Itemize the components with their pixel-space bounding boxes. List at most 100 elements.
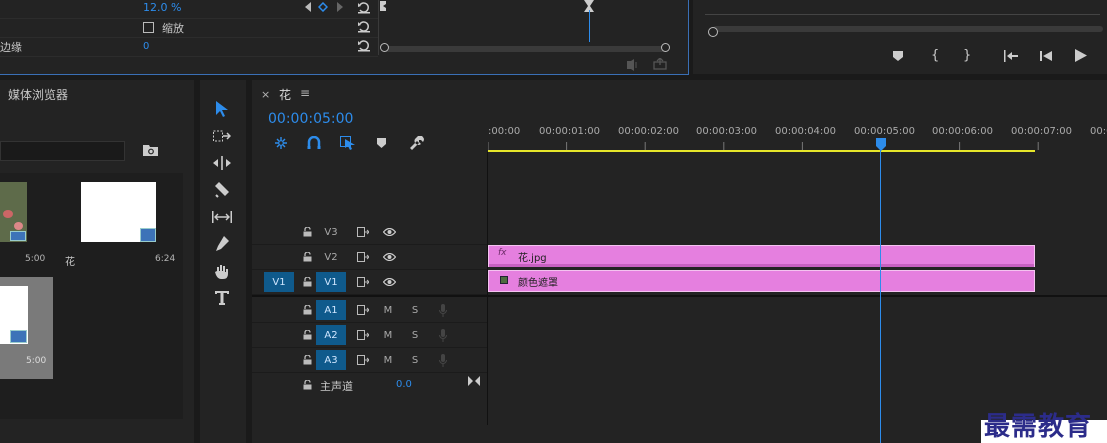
- av-divider-left: [252, 295, 487, 297]
- eye-icon[interactable]: [374, 222, 404, 242]
- ruler-label: 00:00:04:00: [775, 126, 837, 137]
- master-track-label: 主声道: [320, 380, 353, 393]
- sequence-badge-icon: [10, 231, 26, 241]
- selection-tool-icon[interactable]: [210, 98, 234, 120]
- reset-icon[interactable]: [357, 1, 371, 14]
- track-name[interactable]: A1: [316, 300, 346, 320]
- playhead-handle-icon[interactable]: [876, 138, 886, 152]
- audio-only-icon[interactable]: [625, 59, 639, 71]
- ruler-label: 00:00:06:00: [932, 126, 994, 137]
- track-name[interactable]: V3: [316, 222, 346, 242]
- fx-badge-icon: fx: [498, 248, 507, 258]
- mute-button[interactable]: M: [373, 325, 403, 345]
- wrench-settings-icon[interactable]: [409, 136, 424, 151]
- razor-tool-icon[interactable]: [210, 179, 234, 201]
- add-keyframe-icon[interactable]: [318, 2, 328, 12]
- timeline-panel: × 花 ≡ 00:00:05:00 :00:00 00:00:01:00 00:…: [252, 80, 1107, 443]
- scroll-handle-right[interactable]: [661, 43, 670, 52]
- step-back-icon[interactable]: [1040, 50, 1052, 62]
- clip-name: 颜色遮罩: [518, 278, 558, 289]
- export-icon[interactable]: [653, 58, 667, 70]
- uniform-scale-checkbox[interactable]: [143, 22, 154, 33]
- ec-playhead-line: [589, 10, 590, 42]
- sequence-tab[interactable]: 花: [279, 86, 291, 103]
- mic-icon[interactable]: [428, 325, 458, 345]
- track-header-a3: A3 M S: [252, 348, 487, 373]
- mark-in-icon[interactable]: {: [931, 48, 939, 63]
- track-header-master: 主声道 0.0: [252, 373, 487, 397]
- time-ruler[interactable]: :00:00 00:00:01:00 00:00:02:00 00:00:03:…: [488, 80, 1107, 219]
- sequence-badge-icon: [10, 330, 27, 343]
- scroll-handle-left[interactable]: [380, 43, 389, 52]
- track-select-tool-icon[interactable]: [210, 125, 234, 147]
- add-marker-icon[interactable]: [893, 51, 903, 61]
- solo-button[interactable]: S: [400, 350, 430, 370]
- track-name[interactable]: A2: [316, 325, 346, 345]
- master-volume-value[interactable]: 0.0: [396, 379, 412, 390]
- find-icon[interactable]: [143, 144, 159, 157]
- eye-icon[interactable]: [374, 247, 404, 267]
- go-to-in-icon[interactable]: [1004, 50, 1018, 62]
- search-input[interactable]: [0, 141, 125, 161]
- snap-icon[interactable]: [307, 136, 321, 150]
- pen-tool-icon[interactable]: [210, 233, 234, 255]
- monitor-scrollbar[interactable]: [713, 26, 1103, 32]
- playhead-line: [880, 148, 881, 443]
- lock-icon[interactable]: [292, 375, 322, 395]
- uniform-scale-label: 缩放: [162, 22, 184, 35]
- solo-button[interactable]: S: [400, 300, 430, 320]
- selected-item-cell[interactable]: 5:00: [0, 277, 53, 379]
- ruler-label: 00:00:01:00: [539, 126, 601, 137]
- track-name[interactable]: A3: [316, 350, 346, 370]
- edge-value[interactable]: 0: [143, 41, 149, 52]
- reset-icon[interactable]: [357, 20, 371, 33]
- thumbnail-flower-photo[interactable]: [0, 182, 27, 242]
- media-browser-tab[interactable]: 媒体浏览器: [8, 86, 68, 103]
- reset-icon[interactable]: [357, 39, 371, 52]
- track-name[interactable]: V1: [316, 272, 346, 292]
- thumbnail-flower-still[interactable]: [81, 182, 156, 242]
- eye-icon[interactable]: [374, 272, 404, 292]
- work-area-bar[interactable]: [488, 150, 1035, 152]
- ec-zoom-scrollbar[interactable]: [384, 46, 666, 52]
- go-to-out-icon[interactable]: [468, 376, 480, 386]
- mute-button[interactable]: M: [373, 300, 403, 320]
- ruler-label: :00:00: [488, 126, 521, 137]
- track-header-v3: V3: [252, 220, 487, 245]
- tools-panel: [200, 80, 246, 443]
- item-duration: 5:00: [26, 356, 47, 366]
- slip-tool-icon[interactable]: [210, 206, 234, 228]
- clip-color-matte[interactable]: 颜色遮罩: [488, 270, 1035, 292]
- project-panel: 媒体浏览器 5:00 花 6:24 5:00: [0, 80, 194, 443]
- source-patch-v1[interactable]: V1: [264, 272, 294, 292]
- prev-keyframe-icon[interactable]: [304, 2, 312, 12]
- solo-button[interactable]: S: [400, 325, 430, 345]
- track-header-a1: A1 M S: [252, 298, 487, 323]
- mark-out-icon[interactable]: }: [963, 48, 971, 63]
- track-name[interactable]: V2: [316, 247, 346, 267]
- ripple-edit-tool-icon[interactable]: [210, 152, 234, 174]
- clip-flower-jpg[interactable]: fx 花.jpg: [488, 245, 1035, 267]
- monitor-scroll-handle[interactable]: [708, 27, 718, 37]
- linked-selection-icon[interactable]: [340, 136, 356, 150]
- close-tab-icon[interactable]: ×: [261, 88, 270, 101]
- ruler-label: 00:0: [1090, 126, 1107, 137]
- image-badge-icon: [140, 228, 156, 242]
- type-tool-icon[interactable]: [210, 287, 234, 309]
- ruler-label: 00:00:05:00: [854, 126, 916, 137]
- mic-icon[interactable]: [428, 350, 458, 370]
- next-keyframe-icon[interactable]: [336, 2, 344, 12]
- timecode-display[interactable]: 00:00:05:00: [268, 111, 353, 127]
- track-header-a2: A2 M S: [252, 323, 487, 348]
- add-marker-icon[interactable]: [377, 138, 386, 148]
- nest-toggle-icon[interactable]: [274, 136, 288, 150]
- clip-start-marker-icon: [380, 1, 386, 11]
- panel-menu-icon[interactable]: ≡: [300, 86, 310, 100]
- scale-value[interactable]: 12.0 %: [143, 1, 181, 14]
- program-monitor-panel: { }: [693, 0, 1107, 74]
- mic-icon[interactable]: [428, 300, 458, 320]
- play-icon[interactable]: [1075, 49, 1087, 62]
- hand-tool-icon[interactable]: [210, 260, 234, 282]
- effect-row-2: 缩放: [0, 19, 378, 38]
- mute-button[interactable]: M: [373, 350, 403, 370]
